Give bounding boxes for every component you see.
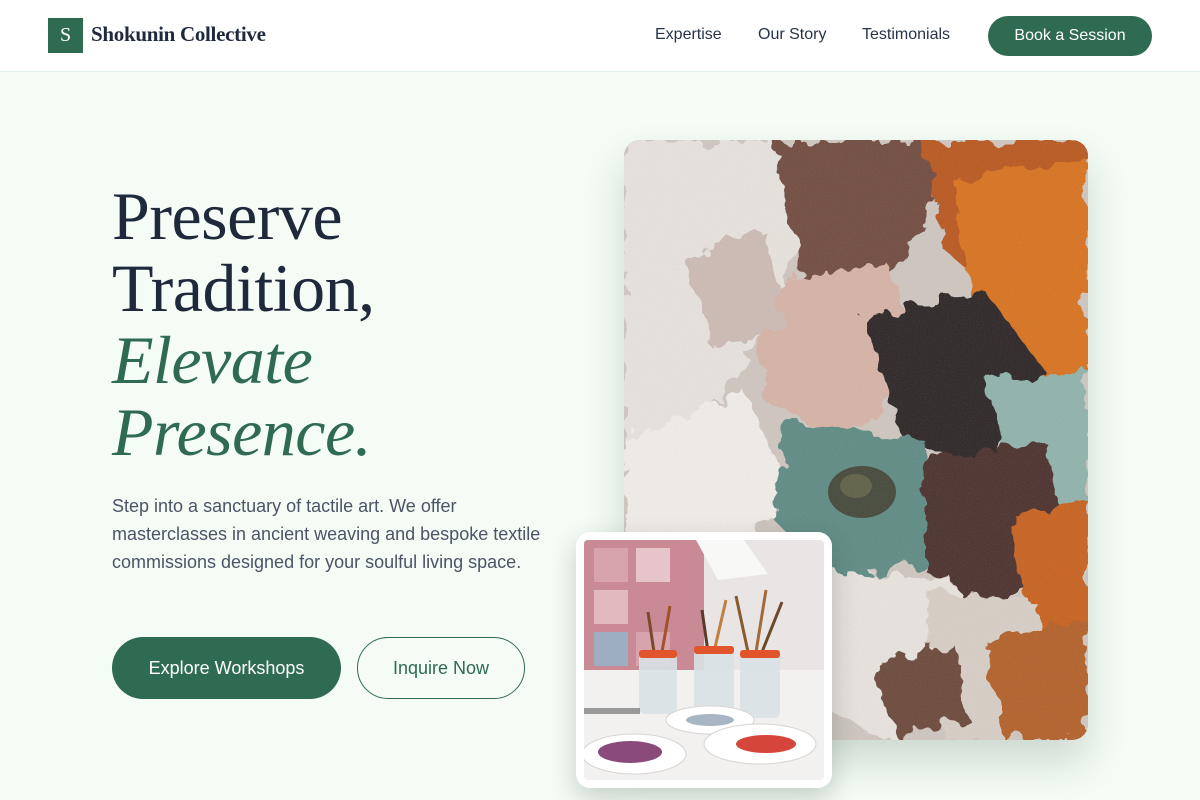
headline-accent-line-1: Elevate bbox=[112, 322, 313, 398]
hero-headline: Preserve Tradition, Elevate Presence. bbox=[112, 180, 375, 468]
paint-brushes-illustration bbox=[584, 540, 824, 780]
logo-mark[interactable]: S bbox=[48, 18, 83, 53]
explore-workshops-button[interactable]: Explore Workshops bbox=[112, 637, 341, 699]
book-session-button[interactable]: Book a Session bbox=[988, 16, 1152, 56]
nav-our-story[interactable]: Our Story bbox=[758, 26, 826, 44]
headline-line-1: Preserve bbox=[112, 178, 343, 254]
nav-expertise[interactable]: Expertise bbox=[655, 26, 722, 44]
inquire-now-button[interactable]: Inquire Now bbox=[357, 637, 525, 699]
brand-name[interactable]: Shokunin Collective bbox=[91, 22, 266, 47]
site-header: S Shokunin Collective Expertise Our Stor… bbox=[0, 0, 1200, 72]
nav-testimonials[interactable]: Testimonials bbox=[862, 26, 950, 44]
hero-description: Step into a sanctuary of tactile art. We… bbox=[112, 496, 541, 572]
headline-line-2: Tradition, bbox=[112, 250, 375, 326]
headline-accent-line-2: Presence. bbox=[112, 394, 372, 470]
studio-photo-card bbox=[576, 532, 832, 788]
